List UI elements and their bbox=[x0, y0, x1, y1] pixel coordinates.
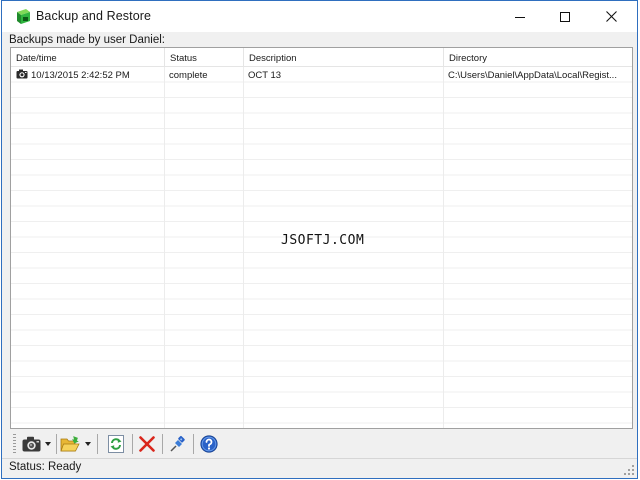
toolbar-separator bbox=[162, 434, 163, 454]
backups-caption: Backups made by user Daniel: bbox=[9, 34, 165, 46]
grid-divider bbox=[243, 67, 244, 428]
backups-list[interactable]: Date/time Status Description Directory 1… bbox=[10, 47, 633, 429]
watermark-text: JSOFTJ.COM bbox=[281, 233, 365, 248]
close-button[interactable] bbox=[588, 1, 634, 32]
cell-description: OCT 13 bbox=[248, 70, 282, 81]
pushpin-icon bbox=[170, 435, 185, 452]
column-header-status[interactable]: Status bbox=[165, 48, 244, 67]
grid-divider bbox=[164, 67, 165, 428]
toolbar-separator bbox=[193, 434, 194, 454]
chevron-down-icon bbox=[45, 442, 51, 446]
table-row[interactable]: 10/13/2015 2:42:52 PM complete OCT 13 C:… bbox=[11, 68, 632, 83]
delete-button[interactable] bbox=[136, 433, 158, 455]
toolbar bbox=[10, 431, 633, 457]
toolbar-separator bbox=[97, 434, 98, 454]
status-bar: Status: Ready bbox=[2, 458, 637, 478]
camera-icon bbox=[16, 69, 28, 79]
camera-icon bbox=[22, 436, 40, 452]
toolbar-separator bbox=[132, 434, 133, 454]
restore-dropdown[interactable] bbox=[83, 433, 93, 455]
help-icon bbox=[200, 435, 218, 453]
pin-button[interactable] bbox=[167, 433, 189, 455]
restore-button[interactable] bbox=[59, 433, 81, 455]
cell-status: complete bbox=[169, 70, 208, 81]
window-title: Backup and Restore bbox=[36, 9, 152, 23]
chevron-down-icon bbox=[85, 442, 91, 446]
backup-dropdown[interactable] bbox=[43, 433, 53, 455]
close-icon bbox=[605, 11, 617, 22]
title-bar[interactable]: Backup and Restore bbox=[2, 1, 637, 32]
cell-datetime: 10/13/2015 2:42:52 PM bbox=[31, 70, 130, 81]
toolbar-separator bbox=[56, 434, 57, 454]
help-button[interactable] bbox=[198, 433, 220, 455]
list-header: Date/time Status Description Directory bbox=[11, 48, 632, 67]
maximize-button[interactable] bbox=[542, 1, 588, 32]
column-header-directory[interactable]: Directory bbox=[444, 48, 632, 67]
refresh-icon bbox=[108, 435, 124, 453]
app-icon bbox=[17, 9, 30, 24]
column-header-description[interactable]: Description bbox=[244, 48, 444, 67]
status-text: Status: Ready bbox=[9, 461, 82, 473]
refresh-button[interactable] bbox=[105, 433, 127, 455]
open-folder-icon bbox=[60, 435, 80, 451]
delete-x-icon bbox=[139, 436, 155, 452]
minimize-button[interactable] bbox=[497, 1, 543, 32]
minimize-icon bbox=[515, 16, 525, 18]
list-grid bbox=[11, 67, 632, 428]
cell-directory: C:\Users\Daniel\AppData\Local\Regist... bbox=[448, 70, 617, 81]
maximize-icon bbox=[560, 11, 570, 22]
backup-restore-window: Backup and Restore Backups made by user … bbox=[1, 0, 638, 479]
column-header-datetime[interactable]: Date/time bbox=[11, 48, 165, 67]
toolbar-grip[interactable] bbox=[13, 434, 16, 454]
backup-button[interactable] bbox=[20, 433, 42, 455]
grid-divider bbox=[443, 67, 444, 428]
resize-grip-icon[interactable] bbox=[623, 464, 635, 476]
